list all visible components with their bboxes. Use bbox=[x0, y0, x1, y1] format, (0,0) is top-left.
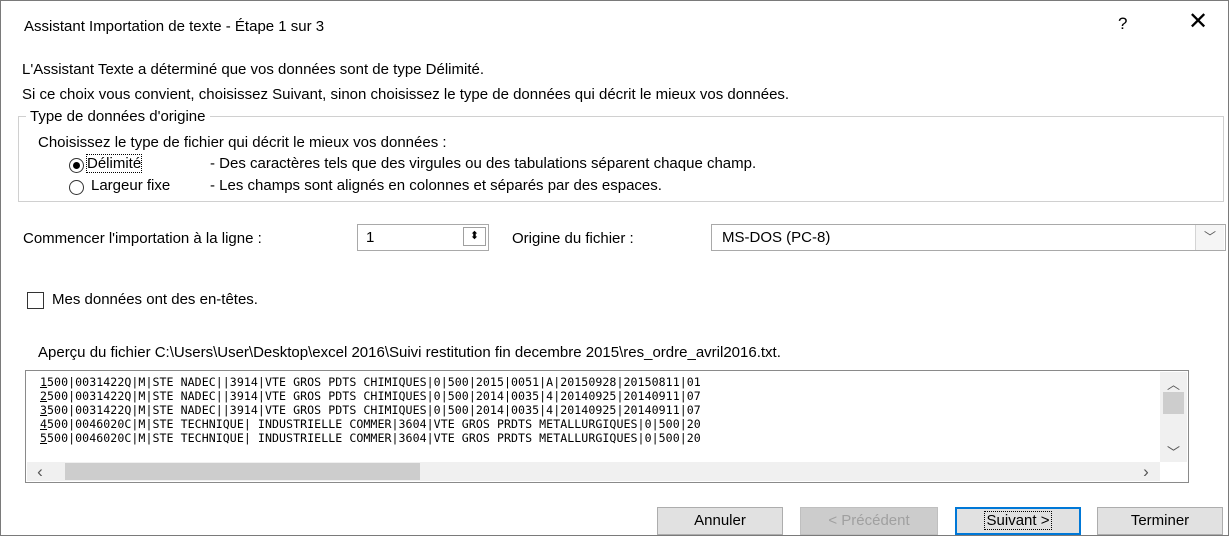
fixed-width-radio[interactable] bbox=[69, 180, 84, 195]
headers-checkbox-label[interactable]: Mes données ont des en-têtes. bbox=[52, 291, 258, 308]
preview-line-text: 500|0031422Q|M|STE NADEC||3914|VTE GROS … bbox=[47, 376, 701, 389]
scroll-up-icon[interactable]: ︿ bbox=[1160, 374, 1187, 393]
start-row-value: 1 bbox=[366, 229, 375, 246]
fixed-width-label[interactable]: Largeur fixe bbox=[91, 177, 170, 194]
preview-line: 1500|0031422Q|M|STE NADEC||3914|VTE GROS… bbox=[40, 376, 1160, 389]
delimited-description: - Des caractères tels que des virgules o… bbox=[210, 155, 757, 172]
intro-line-2: Si ce choix vous convient, choisissez Su… bbox=[22, 86, 790, 103]
cancel-button[interactable]: Annuler bbox=[657, 507, 783, 535]
file-origin-value: MS-DOS (PC-8) bbox=[722, 229, 831, 246]
delimited-radio[interactable] bbox=[69, 158, 84, 173]
delimited-label[interactable]: Délimité bbox=[85, 154, 143, 173]
preview-line-text: 500|0031422Q|M|STE NADEC||3914|VTE GROS … bbox=[47, 390, 701, 403]
headers-checkbox[interactable] bbox=[27, 292, 44, 309]
preview-line-number: 2 bbox=[40, 390, 48, 403]
vertical-scroll-thumb[interactable] bbox=[1163, 392, 1184, 414]
delimited-label-text: Délimité bbox=[85, 154, 143, 173]
origin-type-legend: Type de données d'origine bbox=[26, 108, 210, 125]
origin-type-prompt: Choisissez le type de fichier qui décrit… bbox=[38, 134, 447, 151]
next-button-label: Suivant > bbox=[983, 511, 1053, 530]
preview-label: Aperçu du fichier C:\Users\User\Desktop\… bbox=[38, 344, 781, 361]
chevron-down-icon[interactable]: ﹀ bbox=[1195, 225, 1224, 250]
start-row-label: Commencer l'importation à la ligne : bbox=[23, 230, 262, 247]
start-row-spinner[interactable]: ⬍ bbox=[463, 227, 486, 246]
dialog-title: Assistant Importation de texte - Étape 1… bbox=[24, 18, 325, 35]
preview-line-number: 3 bbox=[40, 404, 48, 417]
scroll-left-icon[interactable]: ‹ bbox=[32, 462, 48, 482]
scroll-right-icon[interactable]: › bbox=[1138, 462, 1154, 482]
next-button[interactable]: Suivant > bbox=[955, 507, 1081, 535]
preview-line-number: 5 bbox=[40, 432, 48, 445]
preview-line: 4500|0046020C|M|STE TECHNIQUE| INDUSTRIE… bbox=[40, 418, 1160, 431]
preview-line-text: 500|0046020C|M|STE TECHNIQUE| INDUSTRIEL… bbox=[47, 432, 701, 445]
preview-line: 3500|0031422Q|M|STE NADEC||3914|VTE GROS… bbox=[40, 404, 1160, 417]
close-icon[interactable]: ✕ bbox=[1188, 10, 1208, 34]
preview-line: 5500|0046020C|M|STE TECHNIQUE| INDUSTRIE… bbox=[40, 432, 1160, 445]
preview-line: 2500|0031422Q|M|STE NADEC||3914|VTE GROS… bbox=[40, 390, 1160, 403]
preview-line-number: 1 bbox=[40, 376, 48, 389]
preview-line-number: 4 bbox=[40, 418, 48, 431]
file-origin-label: Origine du fichier : bbox=[512, 230, 634, 247]
fixed-width-description: - Les champs sont alignés en colonnes et… bbox=[210, 177, 662, 194]
preview-line-text: 500|0046020C|M|STE TECHNIQUE| INDUSTRIEL… bbox=[47, 418, 701, 431]
finish-button[interactable]: Terminer bbox=[1097, 507, 1223, 535]
preview-line-text: 500|0031422Q|M|STE NADEC||3914|VTE GROS … bbox=[47, 404, 701, 417]
help-icon[interactable]: ? bbox=[1118, 14, 1127, 34]
horizontal-scroll-thumb[interactable] bbox=[65, 463, 420, 480]
scroll-down-icon[interactable]: ﹀ bbox=[1160, 442, 1187, 461]
previous-button[interactable]: < Précédent bbox=[800, 507, 938, 535]
file-origin-select[interactable]: MS-DOS (PC-8) bbox=[711, 224, 1226, 251]
intro-line-1: L'Assistant Texte a déterminé que vos do… bbox=[22, 61, 485, 78]
